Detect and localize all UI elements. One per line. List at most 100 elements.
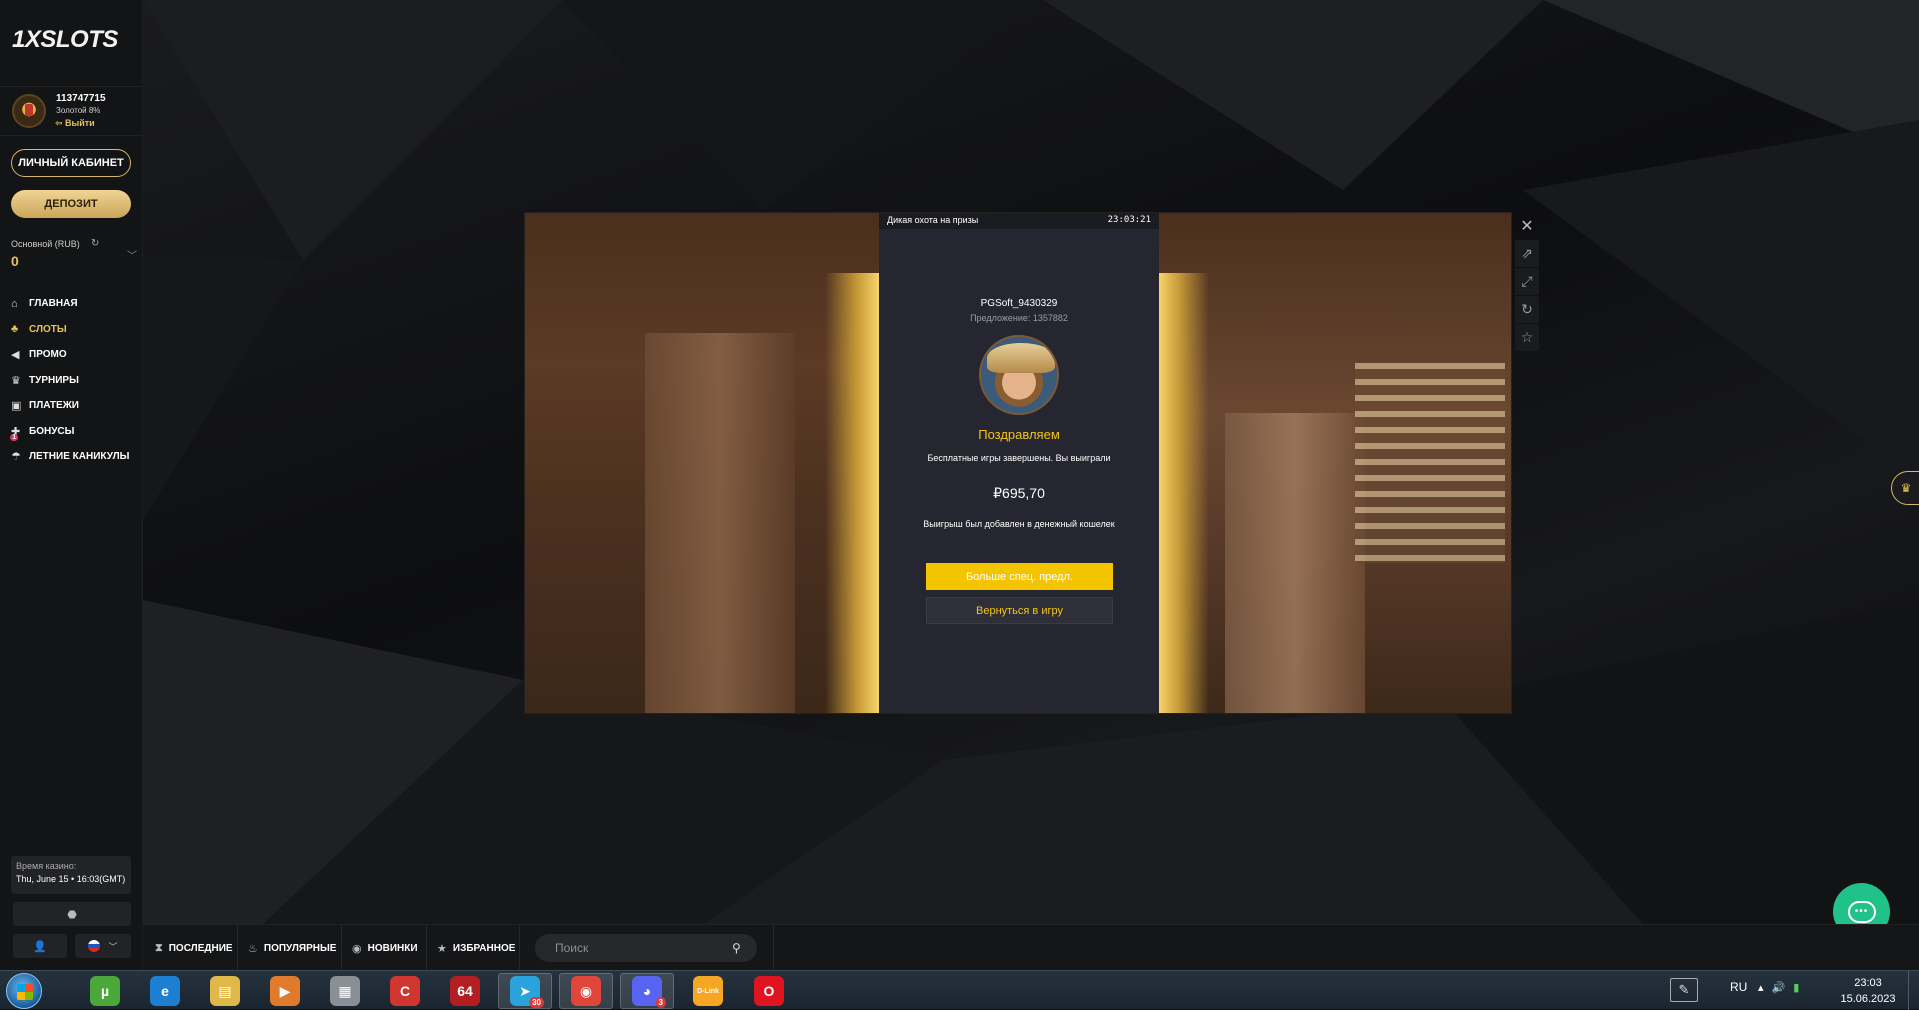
refresh-icon[interactable]: ↻ (1515, 296, 1539, 323)
media-player-icon: ▶ (270, 976, 300, 1006)
star-icon[interactable]: ☆ (1515, 324, 1539, 351)
network-icon[interactable]: ▮ (1793, 982, 1807, 994)
casino-time-value: Thu, June 15 • 16:03(GMT) (16, 874, 126, 884)
favorites-tab[interactable]: ★ ИЗБРАННОЕ (427, 925, 520, 971)
window-slats (1355, 363, 1505, 563)
cowboy-hat-icon (987, 343, 1055, 373)
free-games-message: Бесплатные игры завершены. Вы выиграли (927, 453, 1111, 463)
taskbar-app[interactable]: ➤ 30 (498, 973, 552, 1009)
chevron-up-icon[interactable]: ▴ (1758, 982, 1772, 994)
sidebar-nav: ⌂ ГЛАВНАЯ ♣ СЛОТЫ ◀ ПРОМО ♛ ТУРНИРЫ ▣ ПЛ… (10, 291, 141, 470)
logout-link[interactable]: ⇦ Выйти (55, 118, 95, 129)
taskbar-app[interactable]: D-Link (681, 973, 735, 1009)
telegram-icon: ➤ 30 (510, 976, 544, 1008)
logout-icon: ⇦ (55, 118, 66, 128)
taskbar-app[interactable]: e (138, 973, 192, 1009)
tournaments-tab[interactable]: ♛ (1891, 471, 1919, 505)
user-avatar[interactable] (12, 94, 46, 128)
site-logo[interactable]: 1XSLOTS (12, 26, 118, 54)
language-select[interactable]: ﹀ (75, 934, 131, 958)
utorrent-icon: µ (90, 976, 120, 1006)
hourglass-icon: ⧗ (155, 941, 163, 954)
language-indicator[interactable]: RU (1730, 980, 1747, 994)
sidebar-item-slots[interactable]: ♣ СЛОТЫ (11, 317, 141, 343)
provider-id: PGSoft_9430329 (980, 298, 1058, 309)
trophy-icon: ♛ (1900, 481, 1912, 495)
saloon-door-left (645, 333, 795, 713)
taskbar-app[interactable]: O (742, 973, 796, 1009)
taskbar-app[interactable]: ◉ (559, 973, 613, 1009)
pen-input-icon[interactable]: ✎ (1670, 978, 1698, 1002)
sidebar-item-home[interactable]: ⌂ ГЛАВНАЯ (11, 291, 141, 317)
home-icon: ⌂ (11, 297, 18, 310)
taskbar-app[interactable]: ▤ (198, 973, 252, 1009)
logout-label: Выйти (65, 118, 95, 128)
sidebar: 1XSLOTS 113747715 Золотой 8% ⇦ Выйти ЛИЧ… (0, 0, 143, 970)
new-games-tab[interactable]: ◉ НОВИНКИ (342, 925, 427, 971)
gift-icon: ✚1 (10, 425, 21, 441)
tray-date[interactable]: 15.06.2023 (1831, 993, 1905, 1005)
win-modal: Дикая охота на призы 23:03:21 PGSoft_943… (879, 213, 1159, 713)
notification-badge: 3 (655, 997, 666, 1008)
megaphone-icon: ◀ (11, 349, 20, 362)
sidebar-item-label: СЛОТЫ (29, 323, 67, 335)
taskbar-app[interactable]: C (378, 973, 432, 1009)
beach-icon: ☂ (11, 451, 21, 464)
close-icon[interactable]: ✕ (1515, 212, 1539, 239)
search-icon[interactable]: ⚲ (732, 941, 741, 955)
door-light-left (825, 273, 879, 713)
volume-icon[interactable]: 🔊 (1772, 982, 1794, 994)
sidebar-item-label: ЛЕТНИЕ КАНИКУЛЫ (29, 451, 130, 463)
opera-icon: O (754, 976, 784, 1006)
account-button[interactable]: 👤 (13, 934, 67, 958)
game-frame[interactable]: Дикая охота на призы 23:03:21 PGSoft_943… (524, 212, 1512, 714)
search-input[interactable] (535, 934, 757, 962)
refresh-balance-icon[interactable]: ↻ (91, 238, 99, 249)
show-desktop-button[interactable] (1908, 971, 1919, 1010)
android-app-button[interactable]: ⬣ (13, 902, 131, 926)
sidebar-item-tournaments[interactable]: ♛ ТУРНИРЫ (11, 368, 141, 394)
star-icon: ★ (437, 942, 447, 955)
win-amount: ₽695,70 (993, 485, 1045, 501)
taskbar-app[interactable]: µ (78, 973, 132, 1009)
tray-time[interactable]: 23:03 (1838, 977, 1898, 989)
deposit-button[interactable]: ДЕПОЗИТ (11, 190, 131, 218)
offer-id: Предложение: 1357882 (970, 313, 1068, 323)
fullscreen-icon[interactable]: ⤢ (1515, 268, 1539, 295)
android-icon: ⬣ (67, 908, 77, 921)
more-offers-button[interactable]: Больше спец. предл. (926, 563, 1113, 590)
chevron-down-icon[interactable]: ﹀ (127, 247, 137, 262)
sidebar-item-label: ТУРНИРЫ (29, 374, 79, 386)
user-block: 113747715 Золотой 8% ⇦ Выйти (0, 86, 143, 136)
taskbar-app[interactable]: ▦ (318, 973, 372, 1009)
new-icon: ◉ (352, 942, 362, 955)
back-to-game-button[interactable]: Вернуться в игру (926, 597, 1113, 624)
share-icon[interactable]: ⇗ (1515, 240, 1539, 267)
balance-label: Основной (RUB) (11, 239, 80, 249)
chat-icon: ••• (1847, 900, 1876, 923)
taskbar-app[interactable]: ▶ (258, 973, 312, 1009)
taskbar-app[interactable]: ◕ 3 (620, 973, 674, 1009)
trophy-icon: ♛ (11, 374, 21, 387)
personal-cabinet-button[interactable]: ЛИЧНЫЙ КАБИНЕТ (11, 149, 131, 177)
recent-label: ПОСЛЕДНИЕ (168, 942, 233, 954)
cherries-icon: ♣ (11, 323, 19, 336)
popular-games-tab[interactable]: ♨ ПОПУЛЯРНЫЕ (238, 925, 342, 971)
taskbar-app[interactable]: 64 (438, 973, 492, 1009)
popular-label: ПОПУЛЯРНЫЕ (263, 942, 337, 954)
recent-games-tab[interactable]: ⧗ ПОСЛЕДНИЕ (143, 925, 238, 971)
dlink-icon: D-Link (693, 976, 723, 1006)
frame-toolbar: ✕ ⇗ ⤢ ↻ ☆ (1515, 212, 1539, 351)
sidebar-item-promo[interactable]: ◀ ПРОМО (11, 342, 141, 368)
archive-icon: ▦ (330, 976, 360, 1006)
congrats-heading: Поздравляем (978, 427, 1060, 442)
start-button[interactable] (6, 973, 42, 1009)
sidebar-item-bonuses[interactable]: ✚1 БОНУСЫ (10, 419, 141, 445)
wallet-icon: ▣ (11, 400, 22, 413)
notification-badge: 30 (529, 997, 544, 1008)
modal-header: Дикая охота на призы 23:03:21 (879, 213, 1159, 229)
sidebar-item-label: ПЛАТЕЖИ (29, 400, 79, 412)
saloon-door-right (1225, 413, 1365, 713)
sidebar-item-payments[interactable]: ▣ ПЛАТЕЖИ (11, 393, 141, 419)
sidebar-item-summer-holidays[interactable]: ☂ ЛЕТНИЕ КАНИКУЛЫ (11, 444, 141, 470)
